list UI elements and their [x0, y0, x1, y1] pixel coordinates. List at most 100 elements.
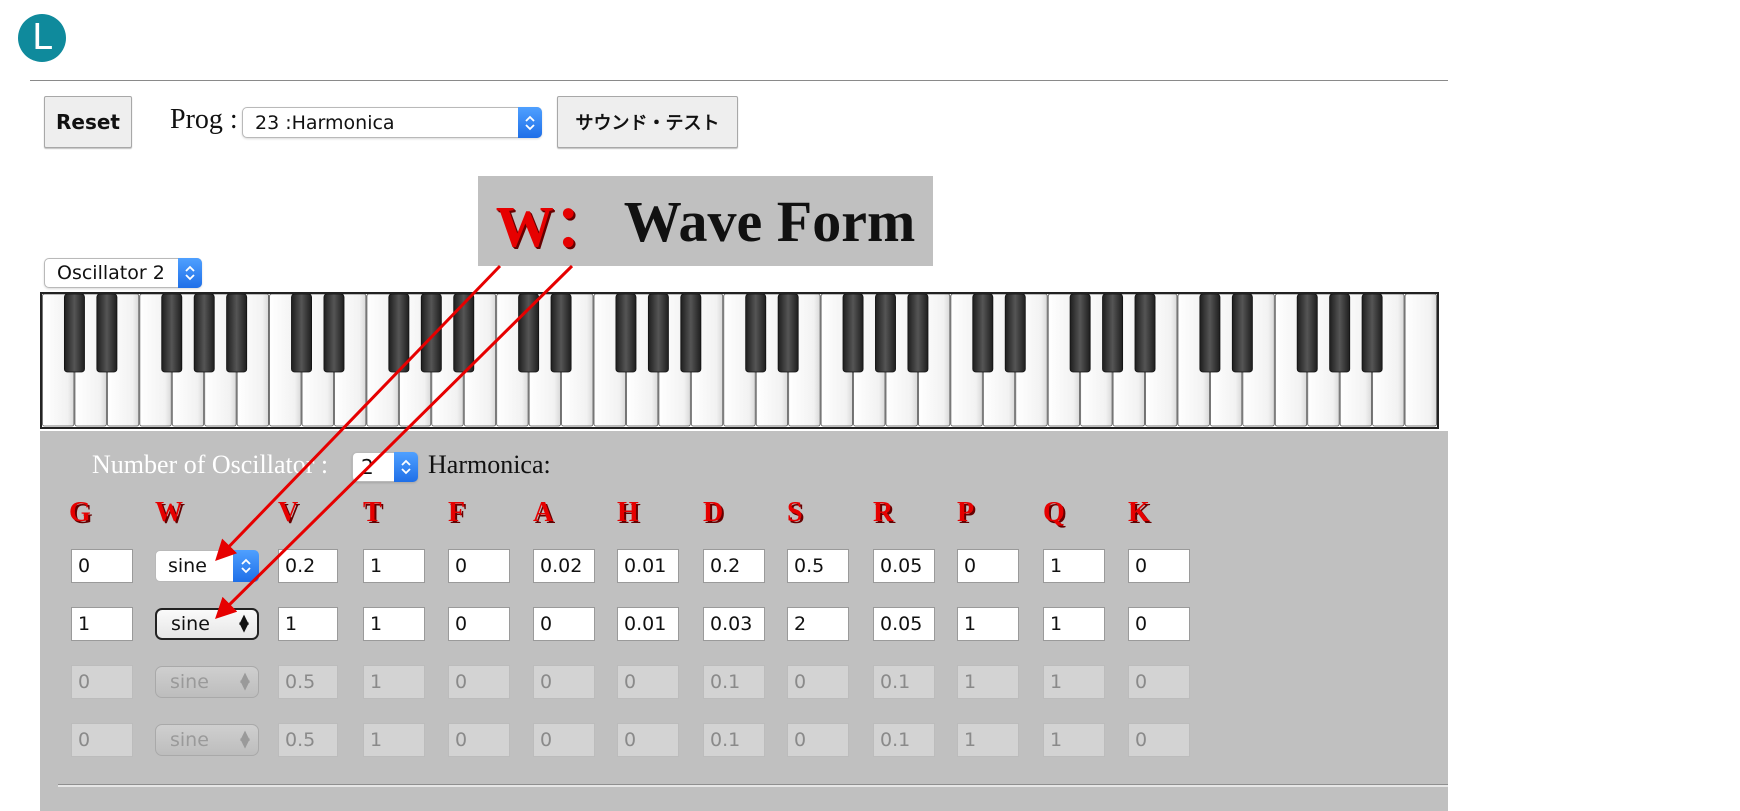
param-r-row-1[interactable]: 0.05: [873, 549, 935, 583]
white-key[interactable]: [1404, 294, 1437, 427]
select-arrows-icon: [394, 452, 418, 482]
param-p-row-1[interactable]: 0: [957, 549, 1019, 583]
param-s-row-4: 0: [787, 723, 849, 757]
black-key[interactable]: [842, 294, 864, 373]
prog-label: Prog :: [170, 104, 238, 135]
black-key[interactable]: [777, 294, 799, 373]
column-header-f: F: [448, 497, 466, 528]
black-key[interactable]: [323, 294, 345, 373]
param-q-row-2[interactable]: 1: [1043, 607, 1105, 641]
wave-select-row-1[interactable]: sine: [155, 550, 259, 582]
wave-select-value: sine: [170, 671, 209, 693]
param-v-row-2[interactable]: 1: [278, 607, 338, 641]
black-key[interactable]: [647, 294, 669, 373]
param-v-row-4: 0.5: [278, 723, 338, 757]
column-header-w: W: [155, 497, 183, 528]
piano-keyboard[interactable]: [40, 292, 1439, 429]
param-d-row-1[interactable]: 0.2: [703, 549, 765, 583]
param-a-row-4: 0: [533, 723, 595, 757]
black-key[interactable]: [745, 294, 767, 373]
black-key[interactable]: [550, 294, 572, 373]
black-key[interactable]: [226, 294, 248, 373]
black-key[interactable]: [388, 294, 410, 373]
param-q-row-1[interactable]: 1: [1043, 549, 1105, 583]
param-r-row-2[interactable]: 0.05: [873, 607, 935, 641]
black-key[interactable]: [518, 294, 540, 373]
param-h-row-4: 0: [617, 723, 679, 757]
black-key[interactable]: [972, 294, 994, 373]
black-key[interactable]: [193, 294, 215, 373]
param-s-row-3: 0: [787, 665, 849, 699]
preset-name-label: Harmonica:: [428, 450, 551, 479]
param-p-row-2[interactable]: 1: [957, 607, 1019, 641]
black-key[interactable]: [615, 294, 637, 373]
param-v-row-1[interactable]: 0.2: [278, 549, 338, 583]
param-g-row-1[interactable]: 0: [71, 549, 133, 583]
param-s-row-1[interactable]: 0.5: [787, 549, 849, 583]
param-t-row-2[interactable]: 1: [363, 607, 425, 641]
column-header-t: T: [363, 497, 382, 528]
param-r-row-3: 0.1: [873, 665, 935, 699]
up-down-arrows-icon: ▲ ▼: [240, 670, 250, 693]
select-arrows-icon: [518, 107, 542, 138]
black-key[interactable]: [1361, 294, 1383, 373]
black-key[interactable]: [907, 294, 929, 373]
black-key[interactable]: [1296, 294, 1318, 373]
column-header-v: V: [278, 497, 299, 528]
wave-select-row-3: sine ▲ ▼: [155, 666, 259, 698]
black-key[interactable]: [1004, 294, 1026, 373]
param-k-row-2[interactable]: 0: [1128, 607, 1190, 641]
column-header-k: K: [1128, 497, 1150, 528]
black-key[interactable]: [875, 294, 896, 373]
param-q-row-4: 1: [1043, 723, 1105, 757]
column-header-a: A: [533, 497, 554, 528]
black-key[interactable]: [1102, 294, 1124, 373]
param-h-row-1[interactable]: 0.01: [617, 549, 679, 583]
param-d-row-2[interactable]: 0.03: [703, 607, 765, 641]
param-q-row-3: 1: [1043, 665, 1105, 699]
param-g-row-3: 0: [71, 665, 133, 699]
wave-select-row-4: sine ▲ ▼: [155, 724, 259, 756]
param-t-row-1[interactable]: 1: [363, 549, 425, 583]
column-header-p: P: [957, 497, 975, 528]
num-oscillator-label: Number of Oscillator :: [92, 450, 329, 479]
program-select-value: 23 :Harmonica: [255, 111, 395, 134]
param-f-row-2[interactable]: 0: [448, 607, 510, 641]
param-t-row-4: 1: [363, 723, 425, 757]
select-arrows-icon: [178, 258, 202, 288]
param-g-row-4: 0: [71, 723, 133, 757]
black-key[interactable]: [680, 294, 702, 373]
param-k-row-1[interactable]: 0: [1128, 549, 1190, 583]
wave-select-row-2[interactable]: sine ▲ ▼: [155, 608, 259, 640]
param-f-row-3: 0: [448, 665, 510, 699]
oscillator-select[interactable]: Oscillator 2: [44, 258, 202, 288]
param-r-row-4: 0.1: [873, 723, 935, 757]
num-oscillator-select[interactable]: 2: [352, 452, 418, 482]
black-key[interactable]: [1199, 294, 1221, 373]
callout-key: W：: [495, 194, 612, 259]
param-d-row-4: 0.1: [703, 723, 765, 757]
wave-select-value: sine: [168, 555, 207, 577]
black-key[interactable]: [161, 294, 183, 373]
param-f-row-1[interactable]: 0: [448, 549, 510, 583]
param-a-row-2[interactable]: 0: [533, 607, 595, 641]
black-key[interactable]: [1231, 294, 1253, 373]
param-g-row-2[interactable]: 1: [71, 607, 133, 641]
param-a-row-1[interactable]: 0.02: [533, 549, 595, 583]
black-key[interactable]: [1329, 294, 1351, 373]
black-key[interactable]: [420, 294, 442, 373]
reset-button[interactable]: Reset: [44, 96, 132, 148]
param-s-row-2[interactable]: 2: [787, 607, 849, 641]
black-key[interactable]: [291, 294, 312, 373]
program-select[interactable]: 23 :Harmonica: [242, 107, 542, 138]
black-key[interactable]: [63, 294, 85, 373]
black-key[interactable]: [1134, 294, 1156, 373]
wave-form-callout: W： Wave Form: [478, 176, 933, 266]
sound-test-button[interactable]: サウンド・テスト: [557, 96, 738, 148]
param-h-row-3: 0: [617, 665, 679, 699]
param-h-row-2[interactable]: 0.01: [617, 607, 679, 641]
black-key[interactable]: [453, 294, 475, 373]
up-down-arrows-icon: ▲ ▼: [240, 728, 250, 751]
black-key[interactable]: [1069, 294, 1091, 373]
black-key[interactable]: [96, 294, 118, 373]
